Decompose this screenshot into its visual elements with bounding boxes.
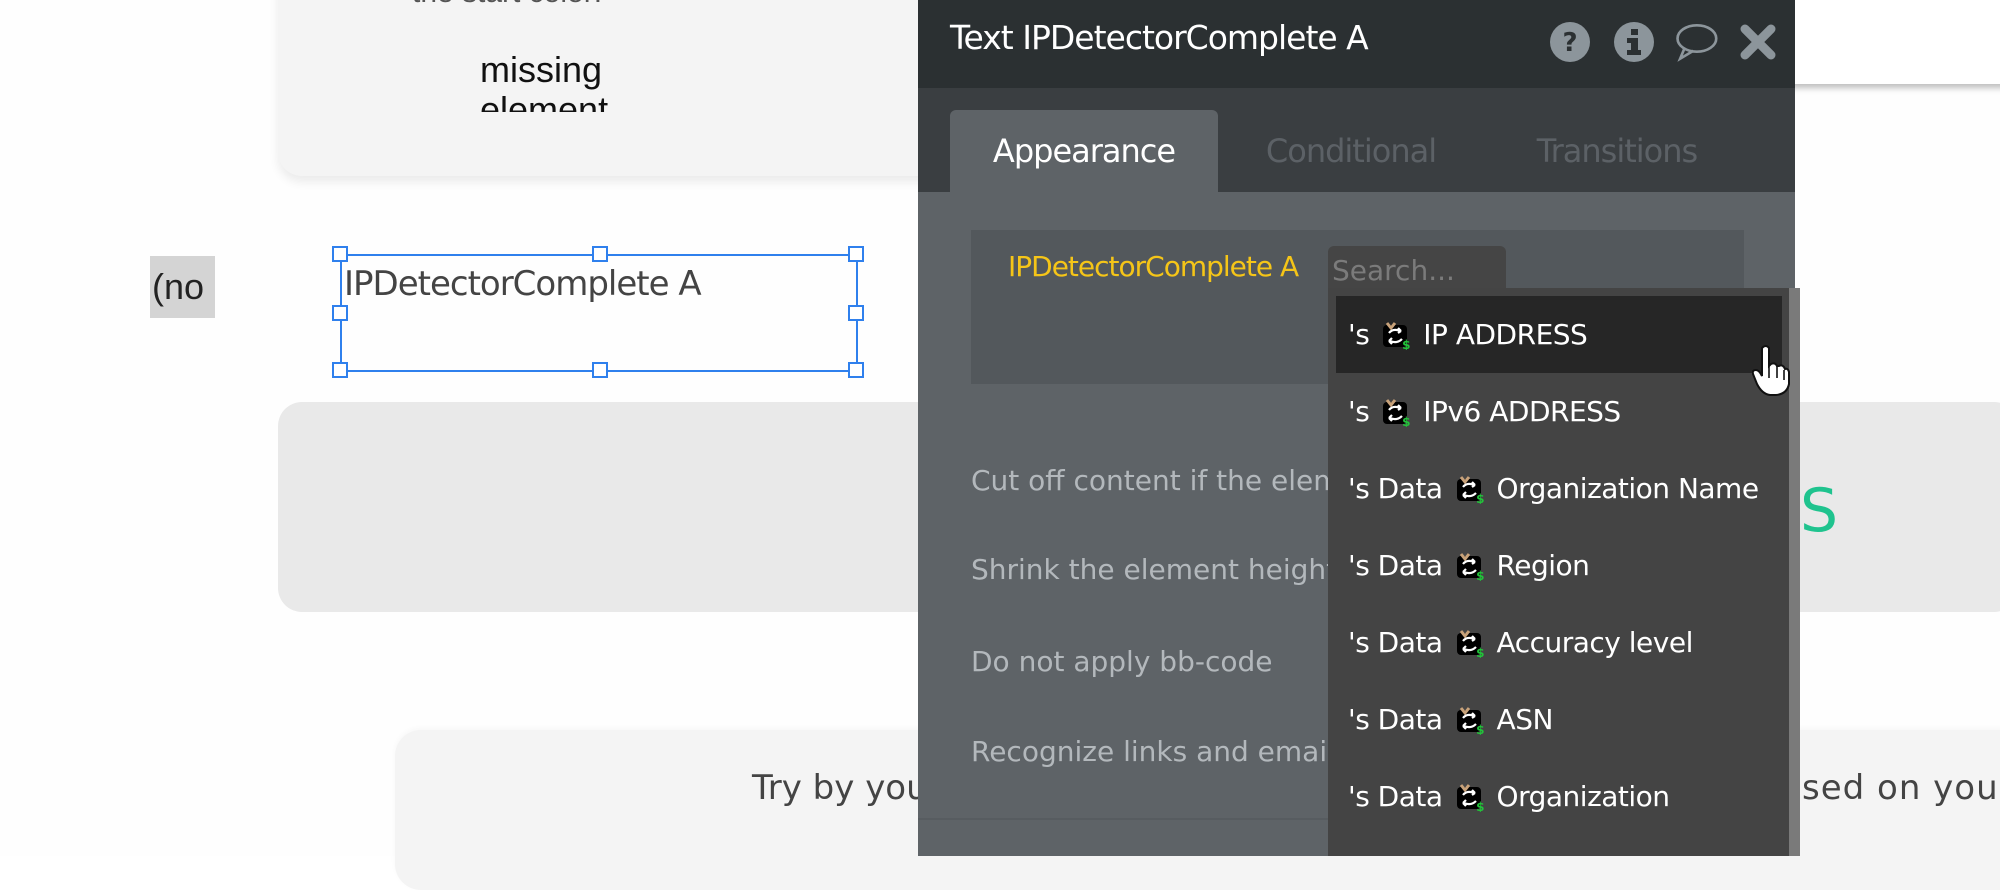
panel-header[interactable]: Text IPDetectorComplete A ?: [918, 0, 1795, 88]
dropdown-item-label: IP ADDRESS: [1423, 318, 1588, 351]
svg-text:$: $: [1402, 415, 1410, 427]
dropdown-item-prefix: 's: [1348, 318, 1370, 351]
dropdown-item[interactable]: 's Data $ Region: [1336, 527, 1782, 604]
dropdown-item-label: IPv6 ADDRESS: [1423, 395, 1621, 428]
api-connector-icon: $: [1383, 321, 1411, 350]
dropdown-item[interactable]: 's $ IP ADDRESS: [1336, 296, 1782, 373]
resize-handle-top[interactable]: [592, 246, 608, 262]
resize-handle-left[interactable]: [332, 305, 348, 321]
api-connector-icon: $: [1456, 629, 1484, 658]
dropdown-item-label: ASN: [1496, 703, 1554, 736]
api-connector-icon: $: [1383, 398, 1411, 427]
api-connector-icon: $: [1456, 783, 1484, 812]
close-icon[interactable]: [1736, 20, 1780, 64]
panel-title: Text IPDetectorComplete A: [950, 18, 1369, 57]
dropdown-item[interactable]: 's Data $ Organization: [1336, 758, 1782, 835]
tab-transitions[interactable]: Transitions: [1484, 110, 1750, 192]
dropdown-item[interactable]: 's $ IPv6 ADDRESS: [1336, 373, 1782, 450]
resize-handle-top-right[interactable]: [848, 246, 864, 262]
comment-icon[interactable]: [1674, 20, 1718, 64]
resize-handle-right[interactable]: [848, 305, 864, 321]
panel-tabs: Appearance Conditional Transitions: [918, 88, 1795, 192]
tab-conditional[interactable]: Conditional: [1218, 110, 1484, 192]
start-color-text: the start color:: [412, 0, 602, 10]
resize-handle-top-left[interactable]: [332, 246, 348, 262]
svg-text:?: ?: [1562, 28, 1577, 58]
dropdown-item-prefix: 's Data: [1348, 703, 1443, 736]
svg-text:$: $: [1476, 800, 1484, 812]
option-recognize-links[interactable]: Recognize links and emails: [971, 735, 1349, 768]
dropdown-item-prefix: 's: [1348, 395, 1370, 428]
selected-element-text: IPDetectorComplete A: [344, 264, 702, 304]
no-value-text-element[interactable]: (no: [150, 256, 215, 318]
background-popup-edge: [1790, 0, 2000, 84]
dropdown-item-label: Region: [1496, 549, 1590, 582]
try-text: Try by you: [752, 768, 928, 808]
api-connector-icon: $: [1456, 475, 1484, 504]
dropdown-item-label: Accuracy level: [1496, 626, 1694, 659]
dropdown-item-prefix: 's Data: [1348, 472, 1443, 505]
help-icon[interactable]: ?: [1548, 20, 1592, 64]
missing-line-1: missing: [480, 50, 603, 90]
top-card: the start color: missing element: [278, 0, 978, 176]
option-no-bb-code[interactable]: Do not apply bb-code: [971, 645, 1272, 678]
svg-text:$: $: [1476, 646, 1484, 658]
resize-handle-bottom[interactable]: [592, 362, 608, 378]
svg-text:$: $: [1476, 492, 1484, 504]
expression-dropdown: 's $ IP ADDRESS 's $ IPv6 ADDRESS 's Data $ Orga…: [1328, 288, 1800, 856]
dropdown-scrollbar[interactable]: [1789, 288, 1800, 856]
dropdown-item-prefix: 's Data: [1348, 549, 1443, 582]
dropdown-item[interactable]: 's Data $ Organization Name: [1336, 450, 1782, 527]
selected-text-element[interactable]: IPDetectorComplete A: [332, 246, 864, 378]
api-connector-icon: $: [1456, 552, 1484, 581]
info-icon[interactable]: [1612, 20, 1656, 64]
green-heading-text: S: [1800, 476, 1839, 546]
svg-text:$: $: [1476, 569, 1484, 581]
hand-cursor-icon: [1752, 345, 1790, 396]
svg-text:$: $: [1476, 723, 1484, 735]
dropdown-item-prefix: 's Data: [1348, 626, 1443, 659]
dropdown-item-label: Organization Name: [1496, 472, 1760, 505]
dropdown-item-label: Organization: [1496, 780, 1671, 813]
dropdown-item[interactable]: 's Data $ Accuracy level: [1336, 604, 1782, 681]
expression-search-input[interactable]: [1328, 246, 1506, 294]
dropdown-item[interactable]: 's Data $ ASN: [1336, 681, 1782, 758]
resize-handle-bottom-left[interactable]: [332, 362, 348, 378]
resize-handle-bottom-right[interactable]: [848, 362, 864, 378]
missing-element-text: missing element: [480, 50, 608, 112]
svg-text:$: $: [1402, 338, 1410, 350]
api-connector-icon: $: [1456, 706, 1484, 735]
tab-appearance[interactable]: Appearance: [950, 110, 1218, 192]
based-on-text: sed on your: [1802, 768, 2000, 808]
missing-line-2: element: [480, 89, 608, 113]
dropdown-item-prefix: 's Data: [1348, 780, 1443, 813]
expression-source-label[interactable]: IPDetectorComplete A: [1008, 250, 1299, 283]
